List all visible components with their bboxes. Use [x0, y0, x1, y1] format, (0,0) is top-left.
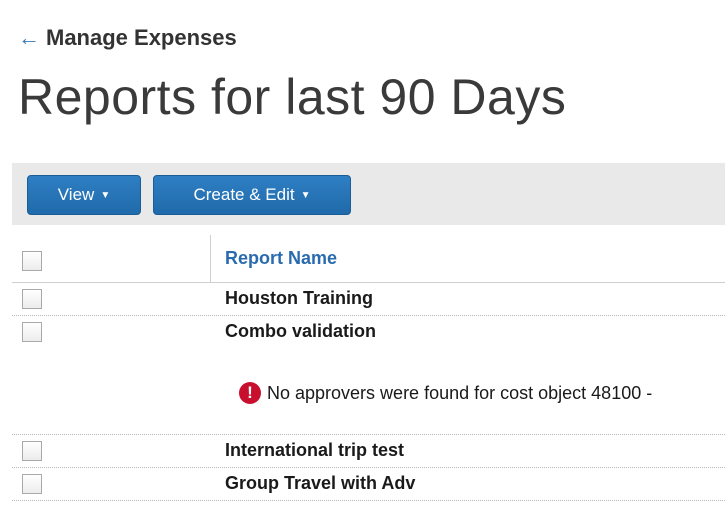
column-header-report-name[interactable]: Report Name: [225, 248, 337, 269]
view-menu-button[interactable]: View ▼: [27, 175, 141, 215]
caret-down-icon: ▼: [100, 189, 111, 201]
report-name-link[interactable]: Combo validation: [225, 321, 376, 342]
column-divider: [210, 235, 211, 283]
row-checkbox[interactable]: [22, 441, 42, 461]
create-edit-menu-button[interactable]: Create & Edit ▼: [153, 175, 351, 215]
warning-message: No approvers were found for cost object …: [267, 382, 653, 403]
page: ← Manage Expenses Reports for last 90 Da…: [0, 0, 725, 511]
caret-down-icon: ▼: [300, 189, 311, 201]
back-to-manage-expenses-link[interactable]: ← Manage Expenses: [18, 25, 237, 51]
create-edit-button-label: Create & Edit: [193, 185, 295, 204]
row-checkbox[interactable]: [22, 322, 42, 342]
reports-table: Report Name Houston Training Combo valid…: [12, 235, 725, 501]
exclamation-alert-icon: !: [239, 382, 261, 404]
select-all-checkbox[interactable]: [22, 251, 42, 271]
table-row[interactable]: International trip test: [12, 435, 725, 468]
toolbar: View ▼ Create & Edit ▼: [12, 163, 725, 225]
approver-warning: ! No approvers were found for cost objec…: [239, 382, 652, 404]
report-name-link[interactable]: Group Travel with Adv: [225, 473, 415, 494]
report-name-link[interactable]: International trip test: [225, 440, 404, 461]
table-header-row: Report Name: [12, 235, 725, 283]
back-link-label: Manage Expenses: [46, 25, 237, 50]
page-title: Reports for last 90 Days: [18, 69, 567, 125]
view-button-label: View: [57, 185, 95, 204]
report-name-link[interactable]: Houston Training: [225, 288, 373, 309]
row-checkbox[interactable]: [22, 289, 42, 309]
table-row[interactable]: Group Travel with Adv: [12, 468, 725, 501]
table-row[interactable]: Houston Training: [12, 283, 725, 316]
left-arrow-icon: ←: [18, 25, 40, 50]
table-row[interactable]: Combo validation ! No approvers were fou…: [12, 316, 725, 435]
row-checkbox[interactable]: [22, 474, 42, 494]
